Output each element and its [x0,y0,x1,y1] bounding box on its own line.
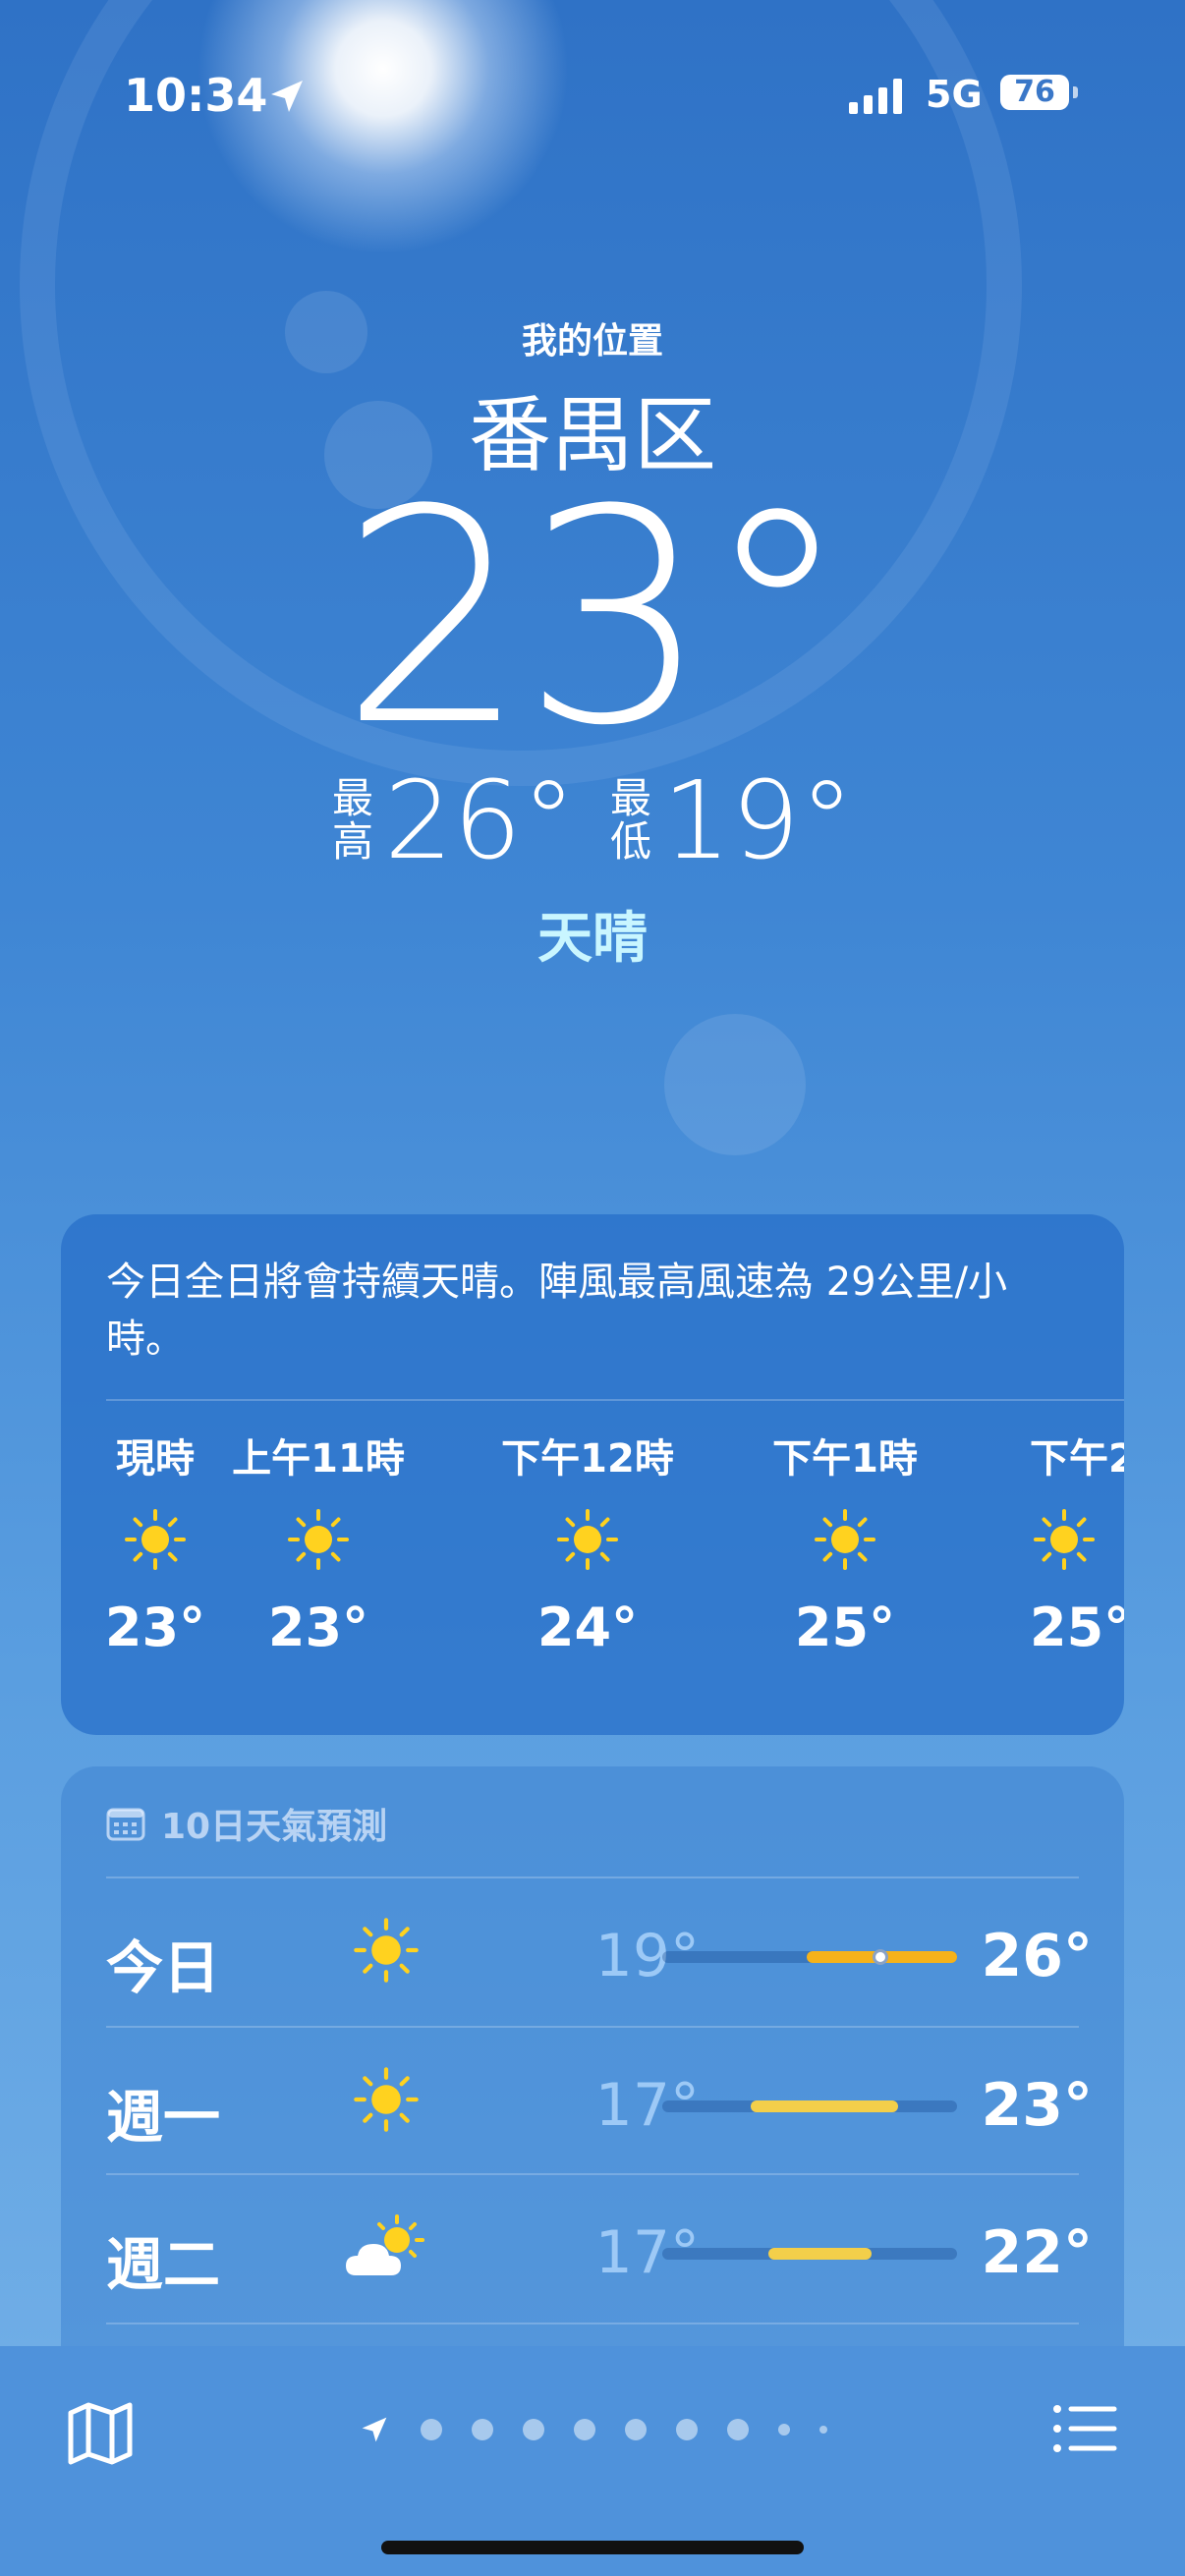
location-arrow-icon [271,81,303,112]
hourly-item: 上午11時 23° [191,1432,446,1662]
sun-icon [460,1485,715,1594]
hour-label: 下午12時 [501,1436,674,1482]
current-temp-marker [873,1949,888,1965]
forecast-row[interactable]: 今日 19° 26° [61,1878,1124,2026]
temperature-range-fill [751,2100,898,2112]
divider [106,1399,1124,1401]
page-dot[interactable] [727,2419,749,2440]
temperature-range-fill [768,2248,872,2260]
current-temperature: 23° [340,447,851,790]
high-group: 最高 26° [331,766,576,874]
sun-icon [727,1485,963,1594]
hour-temp: 24° [536,1596,639,1658]
forecast-row[interactable]: 週二 17° 22° [61,2175,1124,2323]
list-icon[interactable] [1049,2393,1120,2464]
page-dot[interactable] [625,2419,647,2440]
location-arrow-icon[interactable] [358,2413,391,2446]
sun-icon [1030,1485,1124,1594]
page-dot[interactable] [421,2419,442,2440]
sun-icon [342,1906,430,1994]
hour-label: 下午2時 [1030,1436,1124,1482]
hour-temp: 23° [267,1596,369,1658]
page-dot[interactable] [778,2424,790,2436]
low-value: 19° [662,757,854,883]
hourly-item: 下午1時 25° [727,1432,963,1662]
hourly-forecast-card[interactable]: 今日全日將會持續天晴。陣風最高風速為 29公里/小時。 現時 23° 上午11時… [61,1214,1124,1735]
hourly-item: 下午12時 24° [460,1432,715,1662]
hour-label: 上午11時 [232,1436,405,1482]
partly-cloudy-icon [342,2203,430,2291]
weather-summary: 今日全日將會持續天晴。陣風最高風速為 29公里/小時。 [106,1260,1008,1362]
page-dot[interactable] [523,2419,544,2440]
network-type: 5G [926,73,983,116]
page-dot[interactable] [819,2426,827,2434]
location-subtitle: 我的位置 [521,321,663,362]
battery-icon: 76 [1000,75,1069,110]
page-indicator[interactable] [0,2413,1185,2446]
hour-temp: 25° [1030,1596,1124,1658]
forecast-day: 週二 [106,2231,221,2298]
forecast-title: 10日天氣預測 [161,1807,388,1847]
page-dot[interactable] [472,2419,493,2440]
hour-temp: 25° [794,1596,896,1658]
low-label: 最低 [609,774,651,866]
high-low: 最高 26° 最低 19° [0,766,1185,874]
lens-flare [664,1014,806,1155]
cellular-signal-icon [849,79,902,114]
temperature-range-bar [662,1949,957,1965]
high-value: 26° [384,757,576,883]
forecast-high: 23° [981,2071,1094,2140]
battery-tip [1073,86,1078,98]
temperature-range-bar [662,2248,957,2260]
temperature-range-bar [662,2100,957,2112]
forecast-high: 22° [981,2218,1094,2287]
hourly-item: 下午2時 25° [1030,1432,1124,1662]
divider [106,2323,1079,2324]
condition-text: 天晴 [537,907,648,971]
home-indicator[interactable] [381,2541,804,2554]
forecast-high: 26° [981,1922,1094,1990]
forecast-day: 今日 [106,1934,221,2001]
high-label: 最高 [332,774,374,866]
low-group: 最低 19° [609,766,854,874]
hourly-scroll[interactable]: 現時 23° 上午11時 23° 下午12時 24° 下午1時 25° 下午2時… [61,1432,1124,1688]
forecast-row[interactable]: 週一 17° 23° [61,2028,1124,2175]
forecast-header: 10日天氣預測 [106,1798,387,1849]
hour-label: 下午1時 [772,1436,918,1482]
status-time: 10:34 [124,69,268,122]
sun-icon [191,1485,446,1594]
status-bar: 10:34 5G 76 [0,69,1185,128]
forecast-day: 週一 [106,2084,221,2151]
ten-day-forecast-card[interactable]: 10日天氣預測 今日 19° 26° 週一 17° 23° 週二 17° 22° [61,1766,1124,2415]
page-dot[interactable] [574,2419,595,2440]
sun-icon [342,2055,430,2144]
calendar-icon [106,1808,145,1841]
page-dot[interactable] [676,2419,698,2440]
